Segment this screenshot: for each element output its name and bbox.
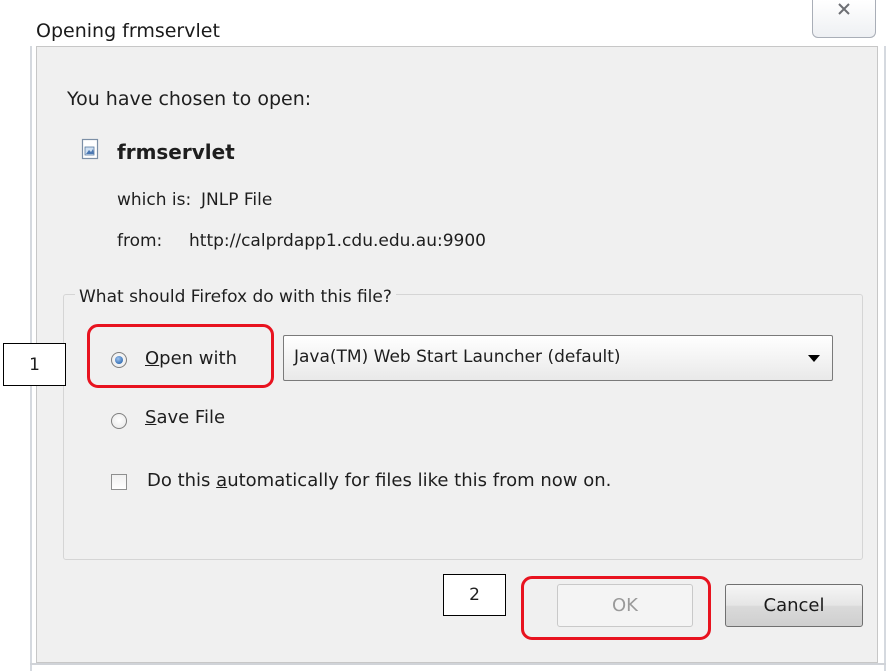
file-type-value: JNLP File <box>201 190 273 210</box>
window-frame-right <box>884 0 886 671</box>
save-file-mnemonic: S <box>145 407 157 428</box>
cancel-button[interactable]: Cancel <box>725 584 863 627</box>
window-title: Opening frmservlet <box>36 20 220 42</box>
callout-1: 1 <box>3 343 66 386</box>
window-frame-bottom <box>30 663 886 665</box>
chevron-down-icon <box>808 355 820 362</box>
callout-2: 2 <box>443 574 506 616</box>
close-button[interactable] <box>812 0 876 38</box>
save-file-text: ave File <box>156 407 226 428</box>
auto-action-checkbox[interactable] <box>111 474 127 490</box>
close-icon <box>838 3 850 15</box>
auto-action-text-before: Do this <box>147 470 217 491</box>
file-type-label: which is: <box>117 190 192 210</box>
ok-button-highlight <box>521 576 711 640</box>
window-frame-left <box>30 0 32 671</box>
auto-action-label[interactable]: Do this automatically for files like thi… <box>147 470 611 491</box>
action-group-title: What should Firefox do with this file? <box>75 287 396 307</box>
source-url: http://calprdapp1.cdu.edu.au:9900 <box>189 231 486 251</box>
save-file-radio[interactable] <box>111 413 127 429</box>
document-icon <box>81 138 99 160</box>
file-name: frmservlet <box>117 140 235 164</box>
application-select-value: Java(TM) Web Start Launcher (default) <box>294 347 621 367</box>
save-file-label[interactable]: Save File <box>145 407 225 428</box>
application-select[interactable]: Java(TM) Web Start Launcher (default) <box>283 335 833 381</box>
auto-action-text-after: utomatically for files like this from no… <box>227 470 612 491</box>
intro-text: You have chosen to open: <box>67 88 312 110</box>
open-with-highlight <box>87 324 274 388</box>
auto-action-mnemonic: a <box>216 470 228 491</box>
title-bar: Opening frmservlet <box>0 0 896 46</box>
source-label: from: <box>117 231 163 251</box>
